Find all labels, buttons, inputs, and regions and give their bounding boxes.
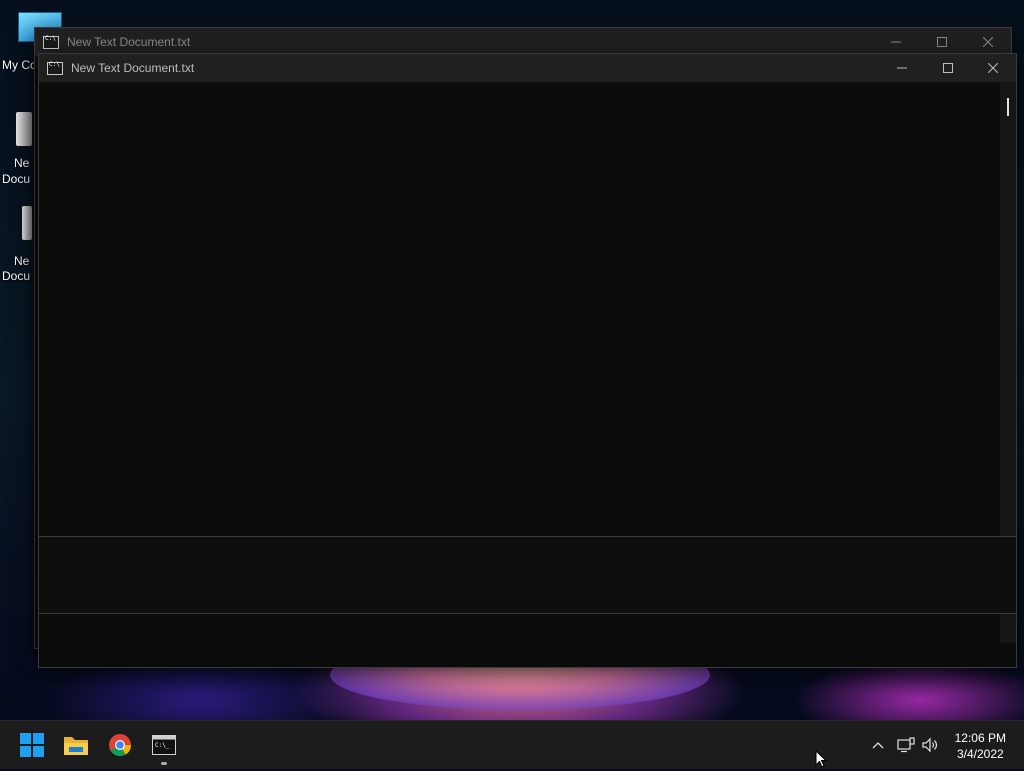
close-icon (983, 37, 993, 47)
titlebar[interactable]: New Text Document.txt (39, 54, 1016, 82)
console-window-front[interactable]: New Text Document.txt (38, 53, 1017, 668)
maximize-icon (937, 37, 947, 47)
svg-text:C:\_: C:\_ (155, 742, 170, 749)
pointer-icon (815, 749, 828, 768)
clock-time: 12:06 PM (954, 731, 1006, 745)
chrome-button[interactable] (104, 729, 136, 761)
windows-logo-icon (20, 733, 44, 757)
desktop-icon-label: Docu (2, 269, 31, 283)
network-icon (897, 737, 915, 753)
text-document-icon (22, 206, 32, 240)
console-input-pane[interactable] (39, 536, 1016, 614)
console-output-area[interactable] (39, 82, 1000, 536)
close-button[interactable] (970, 54, 1016, 82)
folder-icon (64, 737, 88, 755)
taskbar: C:\_ 12:06 PM 3/4/2022 (0, 720, 1024, 769)
console-icon: C:\_ (152, 735, 176, 755)
maximize-button[interactable] (919, 28, 965, 56)
console-icon (43, 35, 59, 49)
volume-button[interactable] (920, 735, 940, 755)
maximize-icon (943, 63, 953, 73)
start-button[interactable] (16, 729, 48, 761)
file-explorer-button[interactable] (60, 729, 92, 761)
minimize-button[interactable] (879, 54, 925, 82)
show-hidden-icons-button[interactable] (868, 735, 888, 755)
window-title: New Text Document.txt (71, 61, 195, 75)
volume-icon (922, 737, 938, 753)
scrollbar-thumb[interactable] (1007, 98, 1009, 116)
clock-date: 3/4/2022 (956, 747, 1004, 761)
chevron-up-icon (872, 742, 884, 749)
maximize-button[interactable] (925, 54, 971, 82)
minimize-icon (891, 41, 901, 43)
taskbar-clock[interactable]: 12:06 PM 3/4/2022 (955, 730, 1006, 762)
window-bottom-strip (39, 643, 1016, 667)
network-button[interactable] (896, 735, 916, 755)
close-icon (988, 63, 998, 73)
titlebar[interactable]: New Text Document.txt (35, 28, 1011, 56)
desktop-icon-label: Docu (2, 172, 31, 186)
console-icon (47, 61, 63, 75)
minimize-button[interactable] (873, 28, 919, 56)
desktop-icon-label: Ne (14, 254, 30, 268)
minimize-icon (897, 67, 907, 69)
desktop-icon-label: Ne (14, 156, 30, 170)
close-button[interactable] (965, 28, 1011, 56)
active-indicator (161, 762, 167, 765)
desktop-icon-label: My Co (2, 58, 37, 72)
window-title: New Text Document.txt (67, 35, 191, 49)
chrome-icon (109, 734, 131, 756)
terminal-button[interactable]: C:\_ (148, 729, 180, 765)
text-document-icon (16, 112, 32, 146)
